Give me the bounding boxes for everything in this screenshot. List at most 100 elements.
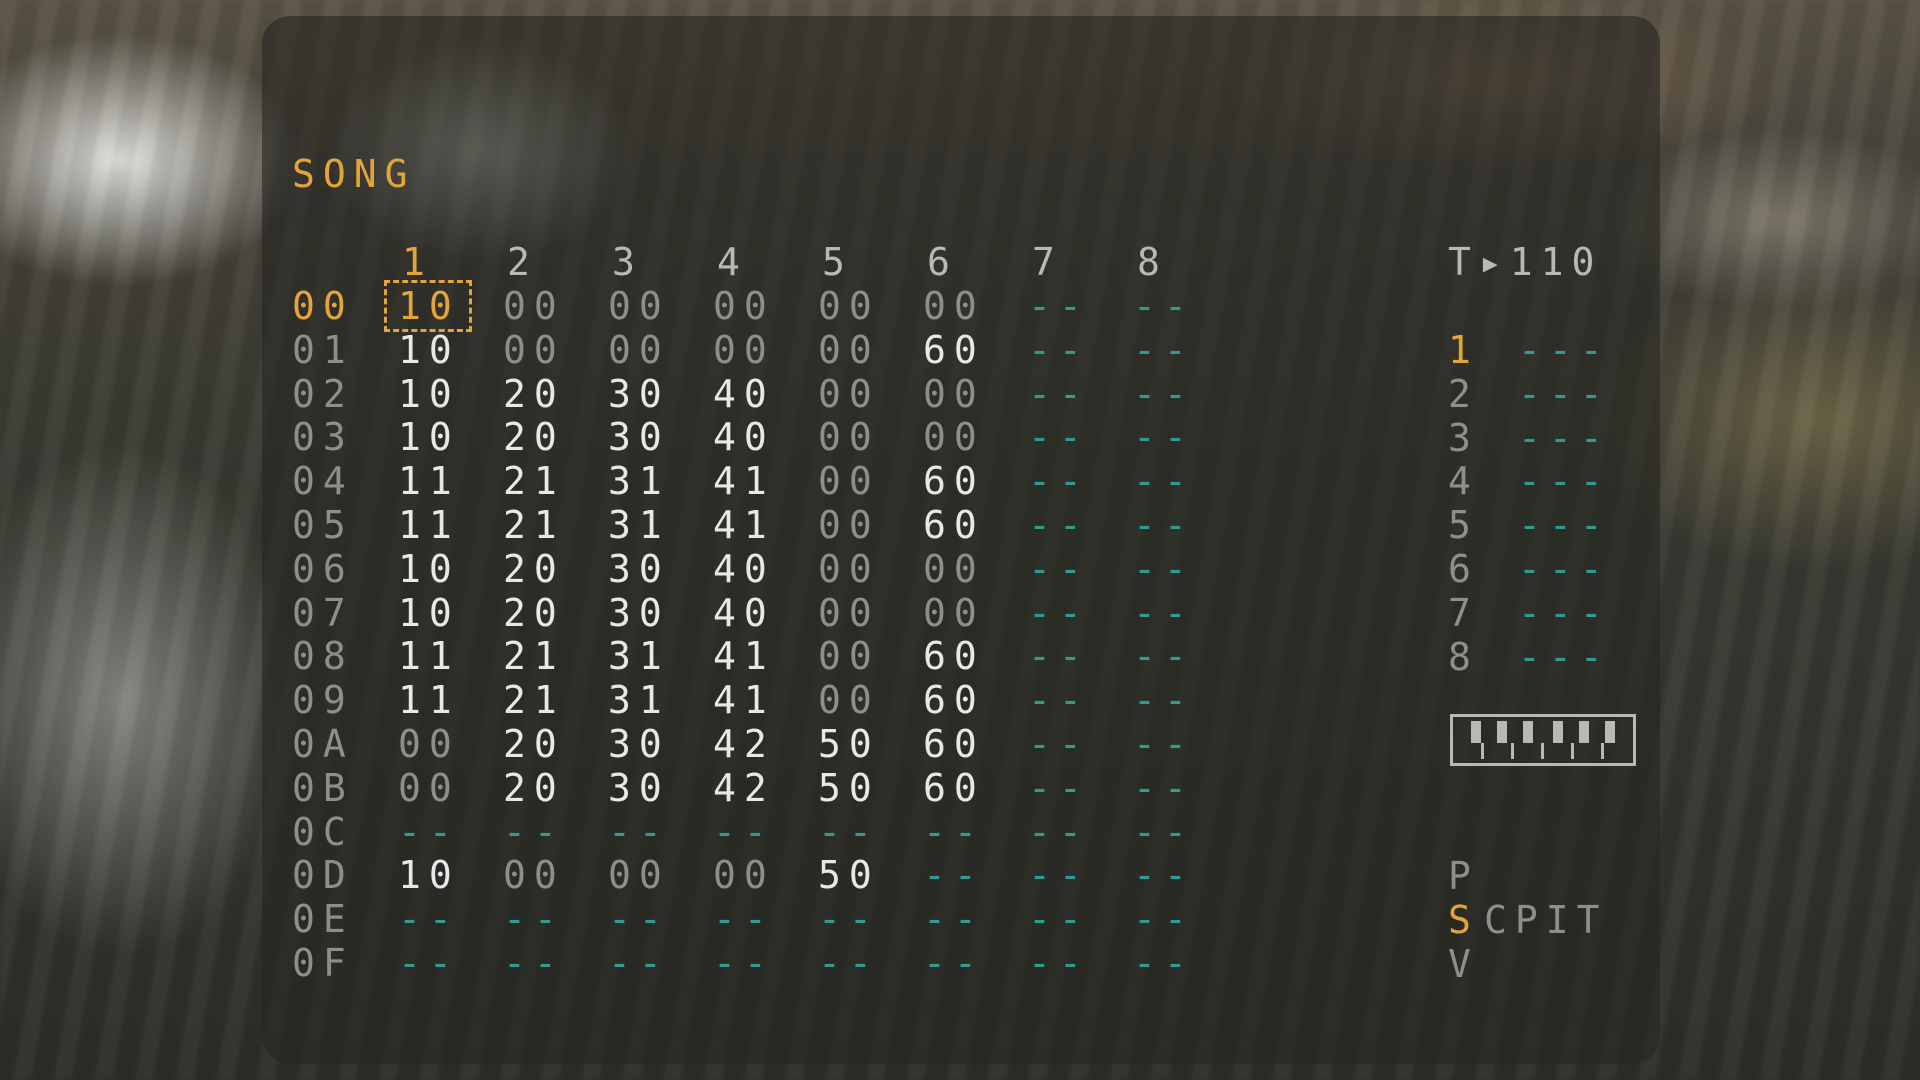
chain-cell[interactable]: -- [1133, 768, 1195, 808]
chain-cell[interactable]: 30 [608, 374, 670, 414]
chain-cell[interactable]: -- [1133, 374, 1195, 414]
chain-cell[interactable]: -- [1028, 943, 1090, 983]
side-track-number[interactable]: 8 [1448, 637, 1479, 677]
chain-cell[interactable]: -- [1133, 330, 1195, 370]
chain-cell[interactable]: 00 [923, 549, 985, 589]
chain-cell[interactable]: 21 [503, 636, 565, 676]
chain-cell[interactable]: 41 [713, 680, 775, 720]
chain-cell[interactable]: 00 [503, 855, 565, 895]
chain-cell[interactable]: 42 [713, 724, 775, 764]
chain-cell[interactable]: 20 [503, 593, 565, 633]
chain-cell[interactable]: -- [1028, 461, 1090, 501]
chain-cell[interactable]: 10 [398, 374, 460, 414]
chain-cell[interactable]: 30 [608, 417, 670, 457]
chain-cell[interactable]: 00 [818, 461, 880, 501]
chain-cell[interactable]: 30 [608, 768, 670, 808]
side-track-number[interactable]: 2 [1448, 374, 1479, 414]
chain-cell[interactable]: -- [1028, 549, 1090, 589]
chain-cell[interactable]: 41 [713, 636, 775, 676]
chain-cell[interactable]: 60 [923, 636, 985, 676]
chain-cell[interactable]: 42 [713, 768, 775, 808]
chain-cell[interactable]: 00 [398, 724, 460, 764]
chain-cell[interactable]: 00 [818, 374, 880, 414]
chain-cell[interactable]: 31 [608, 505, 670, 545]
chain-cell[interactable]: 00 [923, 417, 985, 457]
chain-cell[interactable]: -- [503, 812, 565, 852]
chain-cell[interactable]: -- [1028, 855, 1090, 895]
chain-cell[interactable]: 40 [713, 374, 775, 414]
chain-cell[interactable]: 00 [818, 286, 880, 326]
chain-cell[interactable]: -- [1028, 417, 1090, 457]
chain-cell[interactable]: 00 [503, 286, 565, 326]
side-track-number[interactable]: 1 [1448, 330, 1479, 370]
chain-cell[interactable]: -- [608, 899, 670, 939]
chain-cell[interactable]: 00 [713, 330, 775, 370]
chain-cell[interactable]: -- [818, 812, 880, 852]
chain-cell[interactable]: 31 [608, 461, 670, 501]
chain-cell[interactable]: 00 [713, 855, 775, 895]
chain-cell[interactable]: 40 [713, 417, 775, 457]
chain-cell[interactable]: 00 [818, 680, 880, 720]
chain-cell[interactable]: 20 [503, 374, 565, 414]
tempo-label[interactable]: T▸110 [1448, 242, 1602, 282]
chain-cell[interactable]: 10 [398, 330, 460, 370]
side-track-number[interactable]: 6 [1448, 549, 1479, 589]
chain-cell[interactable]: 21 [503, 505, 565, 545]
chain-cell[interactable]: -- [1133, 812, 1195, 852]
chain-cell[interactable]: -- [1028, 680, 1090, 720]
chain-cell[interactable]: 10 [398, 549, 460, 589]
screen-map-view[interactable]: V [1448, 944, 1479, 984]
chain-cell[interactable]: -- [1028, 505, 1090, 545]
chain-cell[interactable]: 30 [608, 549, 670, 589]
chain-cell[interactable]: 60 [923, 461, 985, 501]
chain-cell[interactable]: -- [1133, 286, 1195, 326]
side-track-number[interactable]: 3 [1448, 418, 1479, 458]
chain-cell[interactable]: 11 [398, 680, 460, 720]
chain-cell[interactable]: 00 [818, 593, 880, 633]
chain-cell[interactable]: 21 [503, 680, 565, 720]
chain-cell[interactable]: 60 [923, 768, 985, 808]
chain-cell[interactable]: 11 [398, 636, 460, 676]
chain-cell[interactable]: 11 [398, 505, 460, 545]
chain-cell[interactable]: 00 [608, 855, 670, 895]
chain-cell[interactable]: -- [713, 812, 775, 852]
screen-map-other-screens[interactable]: CPIT [1484, 900, 1608, 940]
chain-cell[interactable]: -- [608, 812, 670, 852]
chain-cell[interactable]: -- [1028, 286, 1090, 326]
chain-cell[interactable]: 31 [608, 680, 670, 720]
chain-cell[interactable]: 00 [608, 330, 670, 370]
chain-cell[interactable]: -- [1028, 812, 1090, 852]
chain-cell[interactable]: -- [713, 943, 775, 983]
chain-cell[interactable]: 40 [713, 549, 775, 589]
chain-cell[interactable]: 00 [818, 636, 880, 676]
chain-cell[interactable]: -- [1133, 680, 1195, 720]
chain-cell[interactable]: 20 [503, 724, 565, 764]
chain-cell[interactable]: 30 [608, 724, 670, 764]
chain-cell[interactable]: -- [1133, 593, 1195, 633]
chain-cell[interactable]: 10 [398, 593, 460, 633]
chain-cell[interactable]: -- [398, 943, 460, 983]
chain-cell[interactable]: -- [923, 899, 985, 939]
screen-map-phrase[interactable]: P [1448, 856, 1479, 896]
chain-cell[interactable]: 41 [713, 505, 775, 545]
chain-cell[interactable]: 20 [503, 768, 565, 808]
chain-cell[interactable]: -- [1133, 899, 1195, 939]
chain-cell[interactable]: -- [1028, 724, 1090, 764]
chain-cell[interactable]: 00 [923, 286, 985, 326]
chain-cell[interactable]: -- [1133, 549, 1195, 589]
chain-cell[interactable]: -- [1028, 768, 1090, 808]
chain-cell[interactable]: 21 [503, 461, 565, 501]
chain-cell[interactable]: -- [503, 943, 565, 983]
chain-cell[interactable]: -- [1133, 943, 1195, 983]
chain-cell[interactable]: 00 [923, 374, 985, 414]
side-track-number[interactable]: 7 [1448, 593, 1479, 633]
chain-cell[interactable]: -- [1133, 461, 1195, 501]
chain-cell[interactable]: 60 [923, 680, 985, 720]
chain-cell[interactable]: -- [608, 943, 670, 983]
chain-cell[interactable]: 00 [503, 330, 565, 370]
chain-cell[interactable]: -- [398, 899, 460, 939]
chain-cell[interactable]: 00 [398, 768, 460, 808]
chain-cell[interactable]: 30 [608, 593, 670, 633]
chain-cell[interactable]: 41 [713, 461, 775, 501]
chain-cell[interactable]: -- [1133, 636, 1195, 676]
